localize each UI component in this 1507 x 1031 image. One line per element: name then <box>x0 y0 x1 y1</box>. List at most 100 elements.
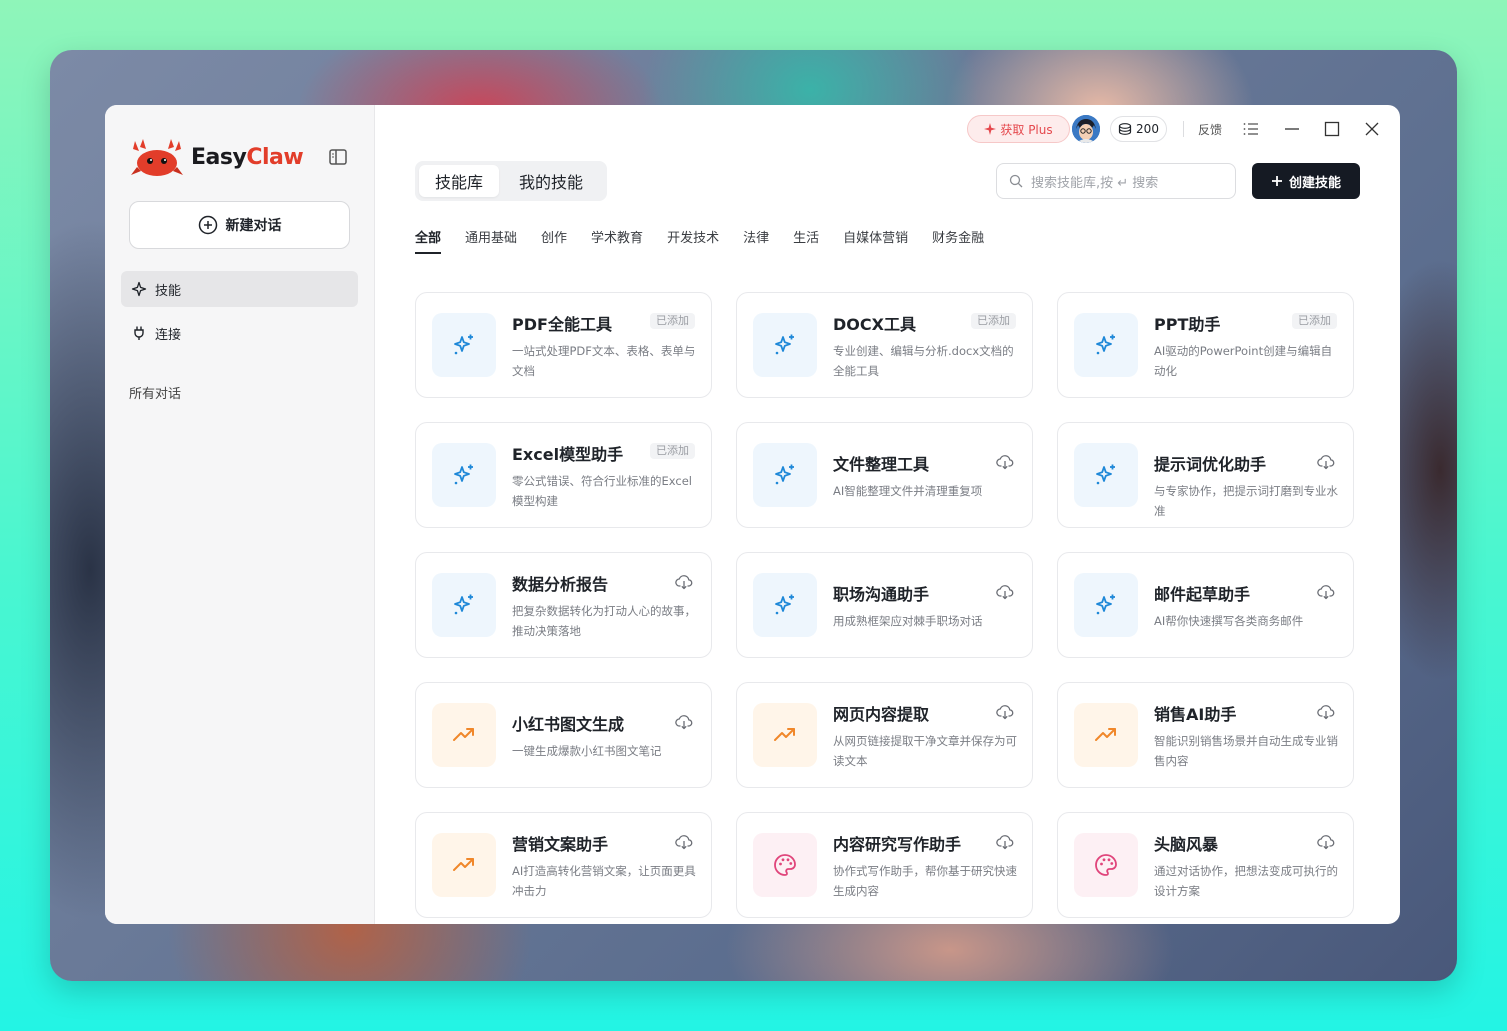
sidebar: EasyClaw 新建对话 技能 连接 所有对话 <box>105 105 375 924</box>
palette-icon <box>753 833 817 897</box>
tab-my-skills[interactable]: 我的技能 <box>499 165 603 197</box>
added-badge: 已添加 <box>650 443 695 459</box>
coin-stack-icon <box>1118 123 1132 135</box>
tab-skill-library[interactable]: 技能库 <box>419 165 499 197</box>
skill-card[interactable]: 头脑风暴通过对话协作，把想法变成可执行的设计方案 <box>1057 812 1354 918</box>
download-cloud-icon[interactable] <box>1317 453 1335 471</box>
category-tab[interactable]: 通用基础 <box>465 227 517 254</box>
download-cloud-icon[interactable] <box>1317 703 1335 721</box>
close-icon[interactable] <box>1362 119 1382 139</box>
category-tab[interactable]: 生活 <box>793 227 819 254</box>
logo-claw: Claw <box>246 144 304 170</box>
sidebar-toggle-icon[interactable] <box>329 149 347 165</box>
skill-card[interactable]: 数据分析报告把复杂数据转化为打动人心的故事，推动决策落地 <box>415 552 712 658</box>
feedback-link[interactable]: 反馈 <box>1198 121 1222 138</box>
download-cloud-icon[interactable] <box>675 833 693 851</box>
logo-easy: Easy <box>191 144 247 170</box>
new-chat-label: 新建对话 <box>225 218 282 234</box>
credits-badge[interactable]: 200 <box>1110 116 1167 142</box>
added-badge: 已添加 <box>1292 313 1337 329</box>
category-tab[interactable]: 开发技术 <box>667 227 719 254</box>
skill-description: 与专家协作，把提示词打磨到专业水准 <box>1154 484 1338 518</box>
minimize-icon[interactable] <box>1282 119 1302 139</box>
sidebar-item-skills[interactable]: 技能 <box>121 271 358 307</box>
skill-card[interactable]: DOCX工具专业创建、编辑与分析.docx文档的全能工具 已添加 <box>736 292 1033 398</box>
download-cloud-icon[interactable] <box>996 703 1014 721</box>
category-tab[interactable]: 学术教育 <box>591 227 643 254</box>
added-badge: 已添加 <box>650 313 695 329</box>
download-cloud-icon[interactable] <box>1317 833 1335 851</box>
search-placeholder: 搜索技能库,按 ↵ 搜索 <box>1031 175 1159 191</box>
divider <box>1183 121 1184 137</box>
skill-card[interactable]: PPT助手 AI驱动的PowerPoint创建与编辑自动化 已添加 <box>1057 292 1354 398</box>
skill-card[interactable]: Excel模型助手零公式错误、符合行业标准的Excel模型构建 已添加 <box>415 422 712 528</box>
create-skill-label: 创建技能 <box>1288 175 1341 191</box>
skill-description: 把复杂数据转化为打动人心的故事，推动决策落地 <box>512 604 696 638</box>
skill-search-input[interactable]: 搜索技能库,按 ↵ 搜索 <box>996 163 1236 199</box>
sidebar-item-connect[interactable]: 连接 <box>121 315 358 351</box>
skill-title: 数据分析报告 <box>512 575 609 594</box>
skill-card[interactable]: 小红书图文生成一键生成爆款小红书图文笔记 <box>415 682 712 788</box>
skill-description: 用成熟框架应对棘手职场对话 <box>833 614 983 628</box>
skill-card[interactable]: PDF全能工具 一站式处理PDF文本、表格、表单与文档 已添加 <box>415 292 712 398</box>
skill-description: 零公式错误、符合行业标准的Excel模型构建 <box>512 474 692 508</box>
plus-icon <box>1271 176 1282 186</box>
trend-icon <box>1074 703 1138 767</box>
skill-tabs: 技能库 我的技能 <box>415 161 607 201</box>
skill-description: 一键生成爆款小红书图文笔记 <box>512 744 662 758</box>
skill-card[interactable]: 提示词优化助手与专家协作，把提示词打磨到专业水准 <box>1057 422 1354 528</box>
all-chats-label: 所有对话 <box>129 387 182 402</box>
sidebar-item-label: 连接 <box>155 327 182 343</box>
category-tab[interactable]: 财务金融 <box>932 227 984 254</box>
skill-card[interactable]: 文件整理工具 AI智能整理文件并清理重复项 <box>736 422 1033 528</box>
create-skill-button[interactable]: 创建技能 <box>1252 163 1360 199</box>
added-badge: 已添加 <box>971 313 1016 329</box>
download-cloud-icon[interactable] <box>675 573 693 591</box>
skill-description: AI智能整理文件并清理重复项 <box>833 484 983 498</box>
download-cloud-icon[interactable] <box>1317 583 1335 601</box>
skill-card[interactable]: 邮件起草助手 AI帮你快速撰写各类商务邮件 <box>1057 552 1354 658</box>
skill-card[interactable]: 网页内容提取 从网页链接提取干净文章并保存为可读文本 <box>736 682 1033 788</box>
category-tab[interactable]: 创作 <box>541 227 567 254</box>
skill-description: 专业创建、编辑与分析.docx文档的全能工具 <box>833 344 1014 378</box>
skill-title: Excel模型助手 <box>512 445 624 464</box>
download-cloud-icon[interactable] <box>996 583 1014 601</box>
avatar[interactable] <box>1072 115 1100 143</box>
skill-title: 营销文案助手 <box>512 835 609 854</box>
skill-title: 内容研究写作助手 <box>833 835 962 854</box>
get-plus-label: 获取 Plus <box>1000 122 1053 137</box>
skill-title: 职场沟通助手 <box>833 585 930 604</box>
skill-card[interactable]: 营销文案助手 AI打造高转化营销文案，让页面更具冲击力 <box>415 812 712 918</box>
maximize-icon[interactable] <box>1322 119 1342 139</box>
category-filter: 全部 通用基础 创作 学术教育 开发技术 法律 生活 自媒体营销 财务金融 <box>415 227 984 254</box>
download-cloud-icon[interactable] <box>996 453 1014 471</box>
skill-title: 提示词优化助手 <box>1154 455 1267 474</box>
category-tab[interactable]: 自媒体营销 <box>843 227 908 254</box>
sparkles-icon <box>432 313 496 377</box>
skill-description: 通过对话协作，把想法变成可执行的设计方案 <box>1154 864 1338 898</box>
category-tab[interactable]: 法律 <box>743 227 769 254</box>
skill-card[interactable]: 销售AI助手 智能识别销售场景并自动生成专业销售内容 <box>1057 682 1354 788</box>
sparkles-icon <box>753 573 817 637</box>
category-tab[interactable]: 全部 <box>415 227 442 254</box>
menu-list-icon[interactable] <box>1241 119 1261 139</box>
sparkle-icon <box>131 281 147 297</box>
get-plus-button[interactable]: 获取 Plus <box>967 115 1070 143</box>
sparkles-icon <box>1074 313 1138 377</box>
trend-icon <box>432 833 496 897</box>
sparkles-icon <box>753 443 817 507</box>
star-sparkle-icon <box>984 123 997 135</box>
trend-icon <box>753 703 817 767</box>
skill-title: 小红书图文生成 <box>512 715 625 734</box>
main-panel: 获取 Plus 200 反馈 技能库 我的技能 搜索技能库,按 ↵ 搜索 创建技… <box>375 105 1400 924</box>
skill-title: DOCX工具 <box>833 315 916 334</box>
skill-title: 头脑风暴 <box>1154 835 1219 854</box>
skill-card[interactable]: 职场沟通助手用成熟框架应对棘手职场对话 <box>736 552 1033 658</box>
skill-description: AI打造高转化营销文案，让页面更具冲击力 <box>512 864 696 898</box>
new-chat-button[interactable]: 新建对话 <box>129 201 350 249</box>
skill-description: 从网页链接提取干净文章并保存为可读文本 <box>833 734 1017 768</box>
download-cloud-icon[interactable] <box>996 833 1014 851</box>
skill-card[interactable]: 内容研究写作助手协作式写作助手，帮你基于研究快速生成内容 <box>736 812 1033 918</box>
skill-description: 协作式写作助手，帮你基于研究快速生成内容 <box>833 864 1017 898</box>
download-cloud-icon[interactable] <box>675 713 693 731</box>
